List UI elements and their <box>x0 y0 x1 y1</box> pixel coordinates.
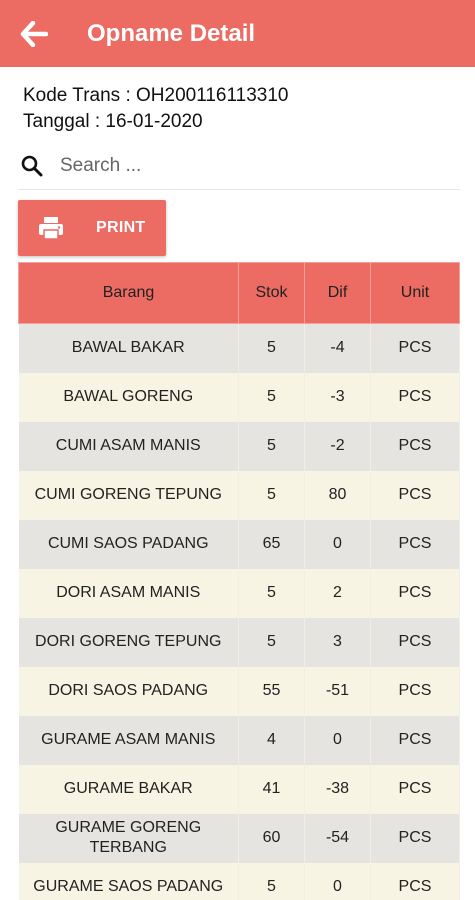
column-header-stok[interactable]: Stok <box>238 262 305 324</box>
cell-unit: PCS <box>370 666 460 716</box>
back-button[interactable] <box>17 18 51 50</box>
cell-stok: 4 <box>238 715 305 765</box>
cell-dif: -4 <box>304 323 371 373</box>
cell-unit: PCS <box>370 323 460 373</box>
transaction-info: Kode Trans : OH200116113310 Tanggal : 16… <box>23 83 289 135</box>
tanggal-text: Tanggal : 16-01-2020 <box>23 111 203 132</box>
cell-unit: PCS <box>370 421 460 471</box>
cell-dif: 0 <box>304 519 371 569</box>
table-row[interactable]: GURAME GORENG TERBANG 60 -54 PCS <box>18 813 460 863</box>
cell-barang: CUMI GORENG TEPUNG <box>18 470 239 520</box>
cell-stok: 5 <box>238 421 305 471</box>
table-row[interactable]: CUMI ASAM MANIS 5 -2 PCS <box>18 421 460 471</box>
cell-unit: PCS <box>370 372 460 422</box>
cell-dif: -51 <box>304 666 371 716</box>
table-row[interactable]: DORI SAOS PADANG 55 -51 PCS <box>18 666 460 716</box>
column-header-unit[interactable]: Unit <box>370 262 460 324</box>
cell-barang: BAWAL BAKAR <box>18 323 239 373</box>
app-bar: Opname Detail <box>0 0 475 67</box>
kode-trans-text: Kode Trans : OH200116113310 <box>23 85 289 106</box>
cell-dif: 0 <box>304 862 371 900</box>
cell-stok: 65 <box>238 519 305 569</box>
cell-unit: PCS <box>370 764 460 814</box>
cell-stok: 60 <box>238 813 305 863</box>
print-button-label: PRINT <box>96 219 146 236</box>
column-header-barang[interactable]: Barang <box>18 262 239 324</box>
cell-unit: PCS <box>370 617 460 667</box>
cell-dif: -3 <box>304 372 371 422</box>
print-button[interactable]: PRINT <box>18 200 166 256</box>
cell-barang: GURAME GORENG TERBANG <box>18 813 239 863</box>
arrow-left-icon <box>20 21 48 47</box>
cell-stok: 5 <box>238 862 305 900</box>
column-header-dif[interactable]: Dif <box>304 262 371 324</box>
opname-table: Barang Stok Dif Unit BAWAL BAKAR 5 -4 PC… <box>18 262 460 900</box>
cell-barang: CUMI SAOS PADANG <box>18 519 239 569</box>
table-row[interactable]: DORI GORENG TEPUNG 5 3 PCS <box>18 617 460 667</box>
cell-stok: 55 <box>238 666 305 716</box>
cell-dif: -54 <box>304 813 371 863</box>
cell-unit: PCS <box>370 519 460 569</box>
cell-unit: PCS <box>370 862 460 900</box>
table-row[interactable]: CUMI GORENG TEPUNG 5 80 PCS <box>18 470 460 520</box>
cell-barang: GURAME BAKAR <box>18 764 239 814</box>
table-row[interactable]: GURAME SAOS PADANG 5 0 PCS <box>18 862 460 900</box>
cell-stok: 5 <box>238 470 305 520</box>
table-row[interactable]: DORI ASAM MANIS 5 2 PCS <box>18 568 460 618</box>
cell-dif: 80 <box>304 470 371 520</box>
cell-dif: -2 <box>304 421 371 471</box>
table-row[interactable]: GURAME ASAM MANIS 4 0 PCS <box>18 715 460 765</box>
cell-barang: BAWAL GORENG <box>18 372 239 422</box>
table-header-row: Barang Stok Dif Unit <box>18 262 460 324</box>
table-row[interactable]: CUMI SAOS PADANG 65 0 PCS <box>18 519 460 569</box>
table-row[interactable]: BAWAL BAKAR 5 -4 PCS <box>18 323 460 373</box>
cell-stok: 5 <box>238 323 305 373</box>
cell-unit: PCS <box>370 813 460 863</box>
table-row[interactable]: BAWAL GORENG 5 -3 PCS <box>18 372 460 422</box>
cell-stok: 41 <box>238 764 305 814</box>
cell-dif: 2 <box>304 568 371 618</box>
cell-stok: 5 <box>238 372 305 422</box>
cell-dif: -38 <box>304 764 371 814</box>
cell-barang: DORI SAOS PADANG <box>18 666 239 716</box>
cell-stok: 5 <box>238 568 305 618</box>
printer-icon <box>38 216 64 240</box>
cell-stok: 5 <box>238 617 305 667</box>
cell-barang: CUMI ASAM MANIS <box>18 421 239 471</box>
search-icon[interactable] <box>20 153 46 179</box>
page-title: Opname Detail <box>87 20 256 47</box>
cell-dif: 3 <box>304 617 371 667</box>
cell-unit: PCS <box>370 715 460 765</box>
cell-unit: PCS <box>370 568 460 618</box>
table-row[interactable]: GURAME BAKAR 41 -38 PCS <box>18 764 460 814</box>
cell-barang: DORI ASAM MANIS <box>18 568 239 618</box>
search-bar <box>18 142 460 190</box>
cell-dif: 0 <box>304 715 371 765</box>
search-input[interactable] <box>60 154 440 177</box>
cell-barang: GURAME SAOS PADANG <box>18 862 239 900</box>
cell-barang: GURAME ASAM MANIS <box>18 715 239 765</box>
cell-barang: DORI GORENG TEPUNG <box>18 617 239 667</box>
cell-unit: PCS <box>370 470 460 520</box>
